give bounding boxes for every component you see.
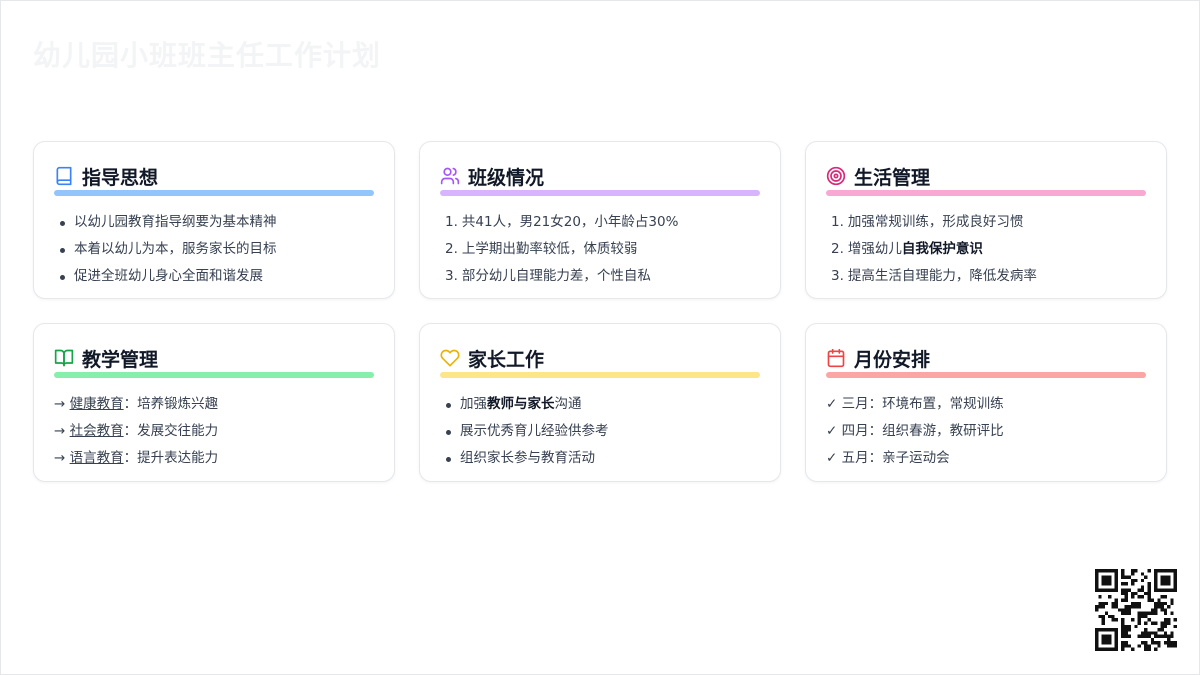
title-underline [54, 372, 374, 378]
item-list: 1. 共41人，男21女20，小年龄占30% 2. 上学期出勤率较低，体质较弱 3.… [440, 209, 760, 290]
list-item: 以幼儿园教育指导纲要为基本精神 [54, 209, 374, 236]
list-item: 加强教师与家长沟通 [440, 391, 760, 418]
list-item: 展示优秀育儿经验供参考 [440, 418, 760, 445]
list-item: ✓ 三月：环境布置，常规训练 [826, 396, 1004, 412]
title-underline [440, 372, 760, 378]
card-title: 月份安排 [854, 348, 931, 371]
item-list: 1. 加强常规训练，形成良好习惯 2. 增强幼儿自我保护意识 3. 提高生活自理能力，… [826, 209, 1146, 290]
card-life-management: 生活管理 1. 加强常规训练，形成良好习惯 2. 增强幼儿自我保护意识 3. 提高生活… [805, 141, 1167, 299]
list-item: → 社会教育：发展交往能力 [54, 423, 219, 439]
card-title: 指导思想 [82, 166, 159, 189]
card-class-situation: 班级情况 1. 共41人，男21女20，小年龄占30% 2. 上学期出勤率较低，体质… [419, 141, 781, 299]
list-item: 3. 部分幼儿自理能力差，个性自私 [445, 268, 651, 284]
list-item: 2. 增强幼儿自我保护意识 [831, 241, 983, 257]
card-monthly-schedule: 月份安排 ✓ 三月：环境布置，常规训练 ✓ 四月：组织春游，教研评比 ✓ 五月：… [805, 323, 1167, 482]
target-icon [826, 166, 846, 186]
card-title: 家长工作 [468, 348, 545, 371]
subject-link[interactable]: 语言教育 [70, 450, 124, 466]
card-header: 家长工作 [440, 346, 760, 371]
book-icon [54, 166, 74, 186]
list-item: 3. 提高生活自理能力，降低发病率 [831, 268, 1037, 284]
qr-code-icon [1095, 569, 1177, 651]
list-item: → 健康教育：培养锻炼兴趣 [54, 396, 219, 412]
card-header: 生活管理 [826, 164, 1146, 189]
title-underline [440, 190, 760, 196]
card-guiding-ideology: 指导思想 以幼儿园教育指导纲要为基本精神 本着以幼儿为本，服务家长的目标 促进全… [33, 141, 395, 299]
card-title: 班级情况 [468, 166, 545, 189]
list-item: 1. 加强常规训练，形成良好习惯 [831, 214, 1024, 230]
title-underline [54, 190, 374, 196]
list-item: 1. 共41人，男21女20，小年龄占30% [445, 214, 679, 230]
title-underline [826, 372, 1146, 378]
subject-link[interactable]: 健康教育 [70, 396, 124, 412]
card-parent-work: 家长工作 加强教师与家长沟通 展示优秀育儿经验供参考 组织家长参与教育活动 [419, 323, 781, 482]
list-item: → 语言教育：提升表达能力 [54, 450, 219, 466]
item-list: 加强教师与家长沟通 展示优秀育儿经验供参考 组织家长参与教育活动 [440, 391, 760, 472]
open-book-icon [54, 348, 74, 368]
card-header: 指导思想 [54, 164, 374, 189]
users-icon [440, 166, 460, 186]
title-underline [826, 190, 1146, 196]
card-header: 月份安排 [826, 346, 1146, 371]
item-list: ✓ 三月：环境布置，常规训练 ✓ 四月：组织春游，教研评比 ✓ 五月：亲子运动会 [826, 391, 1146, 472]
cards-grid: 指导思想 以幼儿园教育指导纲要为基本精神 本着以幼儿为本，服务家长的目标 促进全… [33, 141, 1167, 482]
list-item: ✓ 四月：组织春游，教研评比 [826, 423, 1004, 439]
heart-icon [440, 348, 460, 368]
list-item: 2. 上学期出勤率较低，体质较弱 [445, 241, 638, 257]
list-item: 组织家长参与教育活动 [440, 445, 760, 472]
card-teaching-management: 教学管理 → 健康教育：培养锻炼兴趣 → 社会教育：发展交往能力 → 语言教育：… [33, 323, 395, 482]
list-item: 促进全班幼儿身心全面和谐发展 [54, 263, 374, 290]
card-header: 教学管理 [54, 346, 374, 371]
card-header: 班级情况 [440, 164, 760, 189]
card-title: 教学管理 [82, 348, 159, 371]
card-title: 生活管理 [854, 166, 931, 189]
list-item: 本着以幼儿为本，服务家长的目标 [54, 236, 374, 263]
item-list: → 健康教育：培养锻炼兴趣 → 社会教育：发展交往能力 → 语言教育：提升表达能… [54, 391, 374, 472]
list-item: ✓ 五月：亲子运动会 [826, 450, 950, 466]
item-list: 以幼儿园教育指导纲要为基本精神 本着以幼儿为本，服务家长的目标 促进全班幼儿身心… [54, 209, 374, 290]
page-title: 幼儿园小班班主任工作计划 [33, 39, 382, 72]
subject-link[interactable]: 社会教育 [70, 423, 124, 439]
calendar-icon [826, 348, 846, 368]
